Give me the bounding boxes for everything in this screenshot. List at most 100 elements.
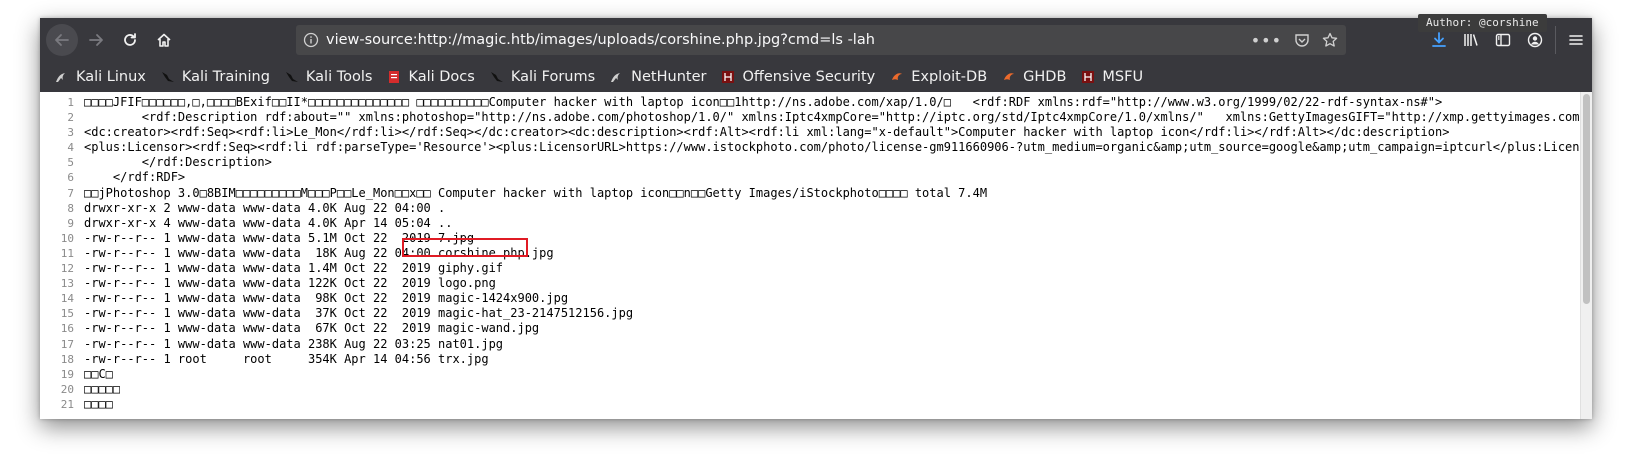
line-number: 8	[67, 201, 74, 215]
nav-toolbar: view-source:http://magic.htb/images/uplo…	[40, 18, 1592, 62]
line-number: 14	[60, 292, 74, 306]
bookmark-ghdb[interactable]: GHDB	[1001, 69, 1066, 85]
line-number: 15	[60, 307, 74, 321]
kali-dragon-icon	[160, 69, 176, 85]
back-arrow-icon	[55, 34, 69, 46]
bookmark-kali-linux[interactable]: Kali Linux	[54, 69, 146, 85]
kali-docs-icon	[386, 69, 402, 85]
line-text: □□□□□	[84, 381, 121, 396]
source-line: 5 </rdf:Description>	[40, 155, 1572, 170]
kali-dragon-icon	[609, 69, 625, 85]
vertical-scrollbar[interactable]	[1580, 92, 1592, 419]
site-info-icon[interactable]	[296, 32, 326, 48]
bookmark-exploit-db[interactable]: Exploit-DB	[889, 69, 987, 85]
source-line: 19 □□C□	[40, 367, 1572, 382]
scrollbar-thumb[interactable]	[1583, 94, 1590, 304]
line-number: 4	[67, 141, 74, 155]
hamburger-menu-icon	[1569, 35, 1583, 45]
line-number: 2	[67, 111, 74, 125]
view-source-content: 1 □□□□JFIF□□□□□□,□,□□□□BExif□□II*□□□□□□□□…	[40, 92, 1592, 419]
reload-button[interactable]	[114, 24, 146, 56]
bookmark-kali-tools[interactable]: Kali Tools	[284, 69, 372, 85]
source-line: 13 -rw-r--r-- 1 www-data www-data 122K Oc…	[40, 276, 1572, 291]
bookmark-nethunter[interactable]: NetHunter	[609, 69, 706, 85]
source-line: 12 -rw-r--r-- 1 www-data www-data 1.4M Oc…	[40, 261, 1572, 276]
source-line: 3 <dc:creator><rdf:Seq><rdf:li>Le_Mon</rd…	[40, 125, 1572, 140]
source-line: 8 drwxr-xr-x 2 www-data www-data 4.0K Aug…	[40, 201, 1572, 216]
line-text: </rdf:RDF>	[84, 170, 186, 185]
forward-button[interactable]	[80, 24, 112, 56]
source-line: 6 </rdf:RDF>	[40, 170, 1572, 185]
line-text: -rw-r--r-- 1 www-data www-data 122K Oct …	[84, 276, 496, 291]
kali-dragon-icon	[54, 69, 70, 85]
line-text: -rw-r--r-- 1 www-data www-data 5.1M Oct …	[84, 230, 475, 245]
source-line: 15 -rw-r--r-- 1 www-data www-data 37K Oct…	[40, 306, 1572, 321]
ghdb-icon	[1001, 69, 1017, 85]
source-lines: 1 □□□□JFIF□□□□□□,□,□□□□BExif□□II*□□□□□□□□…	[40, 95, 1592, 412]
url-bar[interactable]: view-source:http://magic.htb/images/uplo…	[296, 25, 1346, 55]
bookmark-offensive-security[interactable]: Offensive Security	[720, 69, 875, 85]
reload-icon	[124, 33, 136, 46]
home-button[interactable]	[148, 24, 180, 56]
account-icon	[1527, 32, 1543, 48]
exploit-db-icon	[889, 69, 905, 85]
author-badge: Author: @corshine	[1418, 14, 1547, 32]
browser-window: view-source:http://magic.htb/images/uplo…	[40, 18, 1592, 419]
line-text: □□□□	[84, 396, 113, 411]
line-number: 13	[60, 277, 74, 291]
line-number: 3	[67, 126, 74, 140]
line-number: 16	[60, 322, 74, 336]
source-line: 9 drwxr-xr-x 4 www-data www-data 4.0K Apr…	[40, 216, 1572, 231]
line-number: 6	[67, 171, 74, 185]
home-icon	[157, 33, 171, 47]
line-number: 20	[60, 382, 74, 396]
line-number: 1	[67, 96, 74, 109]
line-text: <rdf:Description rdf:about="" xmlns:phot…	[84, 110, 1592, 125]
line-text: □□jPhotoshop 3.0□8BIM□□□□□□□□□M□□□P□□Le_…	[84, 185, 988, 200]
source-line: 17 -rw-r--r-- 1 www-data www-data 238K Au…	[40, 337, 1572, 352]
download-icon	[1432, 32, 1446, 47]
line-text: -rw-r--r-- 1 www-data www-data 1.4M Oct …	[84, 261, 504, 276]
line-text: drwxr-xr-x 4 www-data www-data 4.0K Apr …	[84, 215, 453, 230]
back-button[interactable]	[46, 24, 78, 56]
bookmark-msfu[interactable]: MSFU	[1080, 69, 1143, 85]
source-line: 18 -rw-r--r-- 1 root root 354K Apr 14 04:…	[40, 352, 1572, 367]
source-line: 20 □□□□□	[40, 382, 1572, 397]
pocket-icon[interactable]	[1294, 32, 1310, 48]
source-line: 1 □□□□JFIF□□□□□□,□,□□□□BExif□□II*□□□□□□□□…	[40, 95, 1572, 110]
source-line: 7 □□jPhotoshop 3.0□8BIM□□□□□□□□□M□□□P□□Le…	[40, 186, 1572, 201]
line-number: 19	[60, 367, 74, 381]
source-line: 14 -rw-r--r-- 1 www-data www-data 98K Oct…	[40, 291, 1572, 306]
source-line: 11 -rw-r--r-- 1 www-data www-data 18K Aug…	[40, 246, 1572, 261]
menu-button[interactable]	[1560, 24, 1592, 56]
bookmark-star-icon[interactable]	[1322, 32, 1338, 48]
bookmark-kali-training[interactable]: Kali Training	[160, 69, 270, 85]
line-number: 17	[60, 337, 74, 351]
line-number: 5	[67, 156, 74, 170]
sidebar-icon	[1495, 33, 1511, 47]
page-actions-icon[interactable]: •••	[1251, 31, 1282, 50]
offsec-icon	[1080, 69, 1096, 85]
kali-dragon-icon	[284, 69, 300, 85]
bookmark-kali-forums[interactable]: Kali Forums	[489, 69, 595, 85]
bookmark-kali-docs[interactable]: Kali Docs	[386, 69, 475, 85]
line-text: -rw-r--r-- 1 www-data www-data 238K Aug …	[84, 336, 504, 351]
line-number: 9	[67, 216, 74, 230]
line-text: <dc:creator><rdf:Seq><rdf:li>Le_Mon</rdf…	[84, 125, 1450, 140]
line-text: -rw-r--r-- 1 www-data www-data 37K Oct 2…	[84, 306, 634, 321]
line-text: -rw-r--r-- 1 www-data www-data 98K Oct 2…	[84, 291, 569, 306]
line-number: 7	[67, 186, 74, 200]
source-line: 4 <plus:Licensor><rdf:Seq><rdf:li rdf:par…	[40, 140, 1592, 155]
line-number: 12	[60, 262, 74, 276]
source-line: 21 □□□□	[40, 397, 1572, 412]
line-text: □□C□	[84, 366, 113, 381]
line-text: </rdf:Description>	[84, 155, 272, 170]
url-text[interactable]: view-source:http://magic.htb/images/uplo…	[326, 32, 875, 48]
library-icon	[1464, 34, 1478, 46]
offsec-icon	[720, 69, 736, 85]
line-text: <plus:Licensor><rdf:Seq><rdf:li rdf:pars…	[84, 140, 1592, 155]
source-line: 2 <rdf:Description rdf:about="" xmlns:ph…	[40, 110, 1592, 125]
line-number: 18	[60, 352, 74, 366]
line-number: 10	[60, 231, 74, 245]
bookmarks-toolbar: Kali Linux Kali Training Kali Tools Kali…	[40, 62, 1592, 92]
